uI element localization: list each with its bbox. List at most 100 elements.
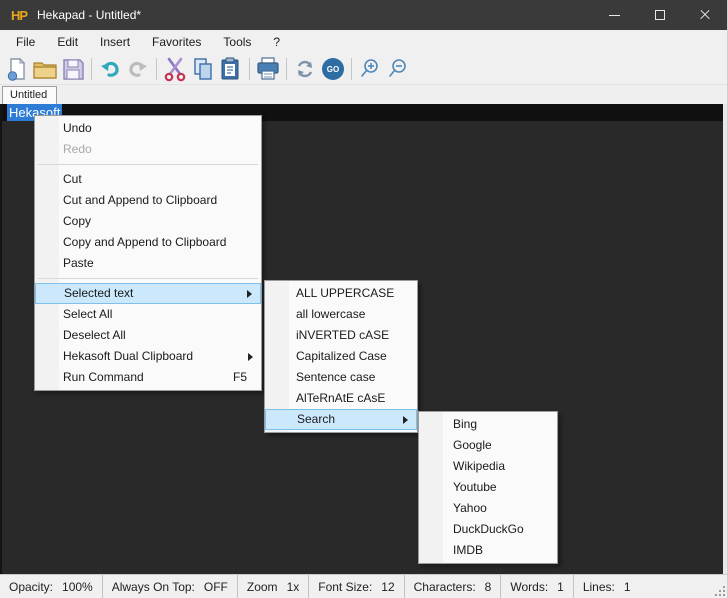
new-file-icon <box>7 57 26 81</box>
status-label: Words: <box>510 579 549 594</box>
refresh-button[interactable] <box>291 55 319 83</box>
toolbar-separator <box>91 58 92 80</box>
menu-item-google[interactable]: Google <box>419 435 557 456</box>
menu-item-selected-text[interactable]: Selected text <box>35 283 261 304</box>
zoom-in-button[interactable] <box>356 55 384 83</box>
menu-help[interactable]: ? <box>262 32 291 52</box>
menu-item-wikipedia[interactable]: Wikipedia <box>419 456 557 477</box>
menu-item-copy[interactable]: Copy <box>35 211 261 232</box>
resize-grip[interactable] <box>713 584 725 596</box>
status-value: 1 <box>557 579 564 594</box>
status-zoom: Zoom 1x <box>238 575 310 598</box>
status-value: 1 <box>623 579 631 594</box>
statusbar: Opacity: 100% Always On Top: OFF Zoom 1x… <box>0 574 727 598</box>
menu-item-inverted-case[interactable]: iNVERTED cASE <box>265 325 417 346</box>
tab-untitled[interactable]: Untitled <box>2 86 58 104</box>
status-label: Font Size: <box>318 579 373 594</box>
status-words: Words: 1 <box>501 575 574 598</box>
menu-favorites[interactable]: Favorites <box>141 32 212 52</box>
menu-item-label: Run Command <box>63 370 144 384</box>
menu-item-deselect-all[interactable]: Deselect All <box>35 325 261 346</box>
menu-item-cut-append[interactable]: Cut and Append to Clipboard <box>35 190 261 211</box>
status-label: Zoom <box>246 579 278 594</box>
new-file-button[interactable] <box>3 55 31 83</box>
cut-button[interactable] <box>161 55 189 83</box>
menu-separator <box>38 278 258 279</box>
status-always-on-top: Always On Top: OFF <box>103 575 238 598</box>
toolbar-separator <box>351 58 352 80</box>
copy-icon <box>194 58 212 80</box>
menu-item-dual-clipboard[interactable]: Hekasoft Dual Clipboard <box>35 346 261 367</box>
minimize-icon <box>609 14 620 16</box>
undo-button[interactable] <box>96 55 124 83</box>
menu-item-capitalized-case[interactable]: Capitalized Case <box>265 346 417 367</box>
menubar: File Edit Insert Favorites Tools ? <box>0 30 727 54</box>
redo-button[interactable] <box>124 55 152 83</box>
menu-item-youtube[interactable]: Youtube <box>419 477 557 498</box>
menu-edit[interactable]: Edit <box>46 32 89 52</box>
status-label: Characters: <box>413 579 476 594</box>
menu-item-all-lowercase[interactable]: all lowercase <box>265 304 417 325</box>
minimize-button[interactable] <box>592 0 637 30</box>
status-value: 8 <box>484 579 492 594</box>
menu-item-select-all[interactable]: Select All <box>35 304 261 325</box>
status-characters: Characters: 8 <box>405 575 502 598</box>
zoom-in-icon <box>361 59 378 77</box>
status-lines: Lines: 1 <box>574 575 640 598</box>
menu-item-copy-append[interactable]: Copy and Append to Clipboard <box>35 232 261 253</box>
open-button[interactable] <box>31 55 59 83</box>
menu-item-label: Selected text <box>64 286 134 300</box>
menu-item-paste[interactable]: Paste <box>35 253 261 274</box>
print-button[interactable] <box>254 55 282 83</box>
close-button[interactable] <box>682 0 727 30</box>
menu-item-cut[interactable]: Cut <box>35 169 261 190</box>
menu-item-bing[interactable]: Bing <box>419 414 557 435</box>
open-folder-icon <box>33 62 57 79</box>
menu-item-search[interactable]: Search <box>265 409 417 430</box>
menu-item-redo: Redo <box>63 142 92 156</box>
status-label: Always On Top: <box>111 579 195 594</box>
save-button[interactable] <box>59 55 87 83</box>
menu-item-imdb[interactable]: IMDB <box>419 540 557 561</box>
context-menu: Undo Redo Cut Cut and Append to Clipboar… <box>34 115 262 391</box>
paste-button[interactable] <box>217 55 245 83</box>
print-icon <box>257 57 279 80</box>
status-value: OFF <box>203 579 228 594</box>
go-icon: GO <box>322 58 344 80</box>
menu-item-shortcut: F5 <box>232 370 247 384</box>
menu-item-alternate-case[interactable]: AlTeRnAtE cAsE <box>265 388 417 409</box>
app-icon: HP <box>9 5 29 25</box>
window-controls <box>592 0 727 30</box>
zoom-out-icon <box>389 59 406 77</box>
menu-file[interactable]: File <box>5 32 46 52</box>
menu-tools[interactable]: Tools <box>212 32 262 52</box>
menu-item-all-uppercase[interactable]: ALL UPPERCASE <box>265 283 417 304</box>
status-opacity: Opacity: 100% <box>0 575 103 598</box>
redo-icon <box>129 61 147 77</box>
menu-item-sentence-case[interactable]: Sentence case <box>265 367 417 388</box>
submenu-search: Bing Google Wikipedia Youtube Yahoo Duck… <box>418 411 558 564</box>
editor-scrollbar[interactable] <box>723 104 727 574</box>
save-icon <box>63 59 84 80</box>
status-label: Lines: <box>582 579 615 594</box>
window-title: Hekapad - Untitled* <box>37 8 142 22</box>
status-value: 100% <box>62 579 93 594</box>
maximize-icon <box>654 10 665 20</box>
menu-item-duckduckgo[interactable]: DuckDuckGo <box>419 519 557 540</box>
tabbar: Untitled <box>0 85 727 104</box>
menu-item-undo[interactable]: Undo <box>35 118 261 139</box>
menu-item-yahoo[interactable]: Yahoo <box>419 498 557 519</box>
zoom-out-button[interactable] <box>384 55 412 83</box>
maximize-button[interactable] <box>637 0 682 30</box>
close-icon <box>699 9 711 21</box>
submenu-selected-text: ALL UPPERCASE all lowercase iNVERTED cAS… <box>264 280 418 433</box>
copy-button[interactable] <box>189 55 217 83</box>
status-value: 1x <box>286 579 300 594</box>
menu-insert[interactable]: Insert <box>89 32 141 52</box>
menu-item-run-command[interactable]: Run Command F5 <box>35 367 261 388</box>
menu-item-label: Hekasoft Dual Clipboard <box>63 349 194 363</box>
undo-icon <box>101 61 119 77</box>
refresh-icon <box>297 60 313 78</box>
toolbar-separator <box>249 58 250 80</box>
go-button[interactable]: GO <box>319 55 347 83</box>
